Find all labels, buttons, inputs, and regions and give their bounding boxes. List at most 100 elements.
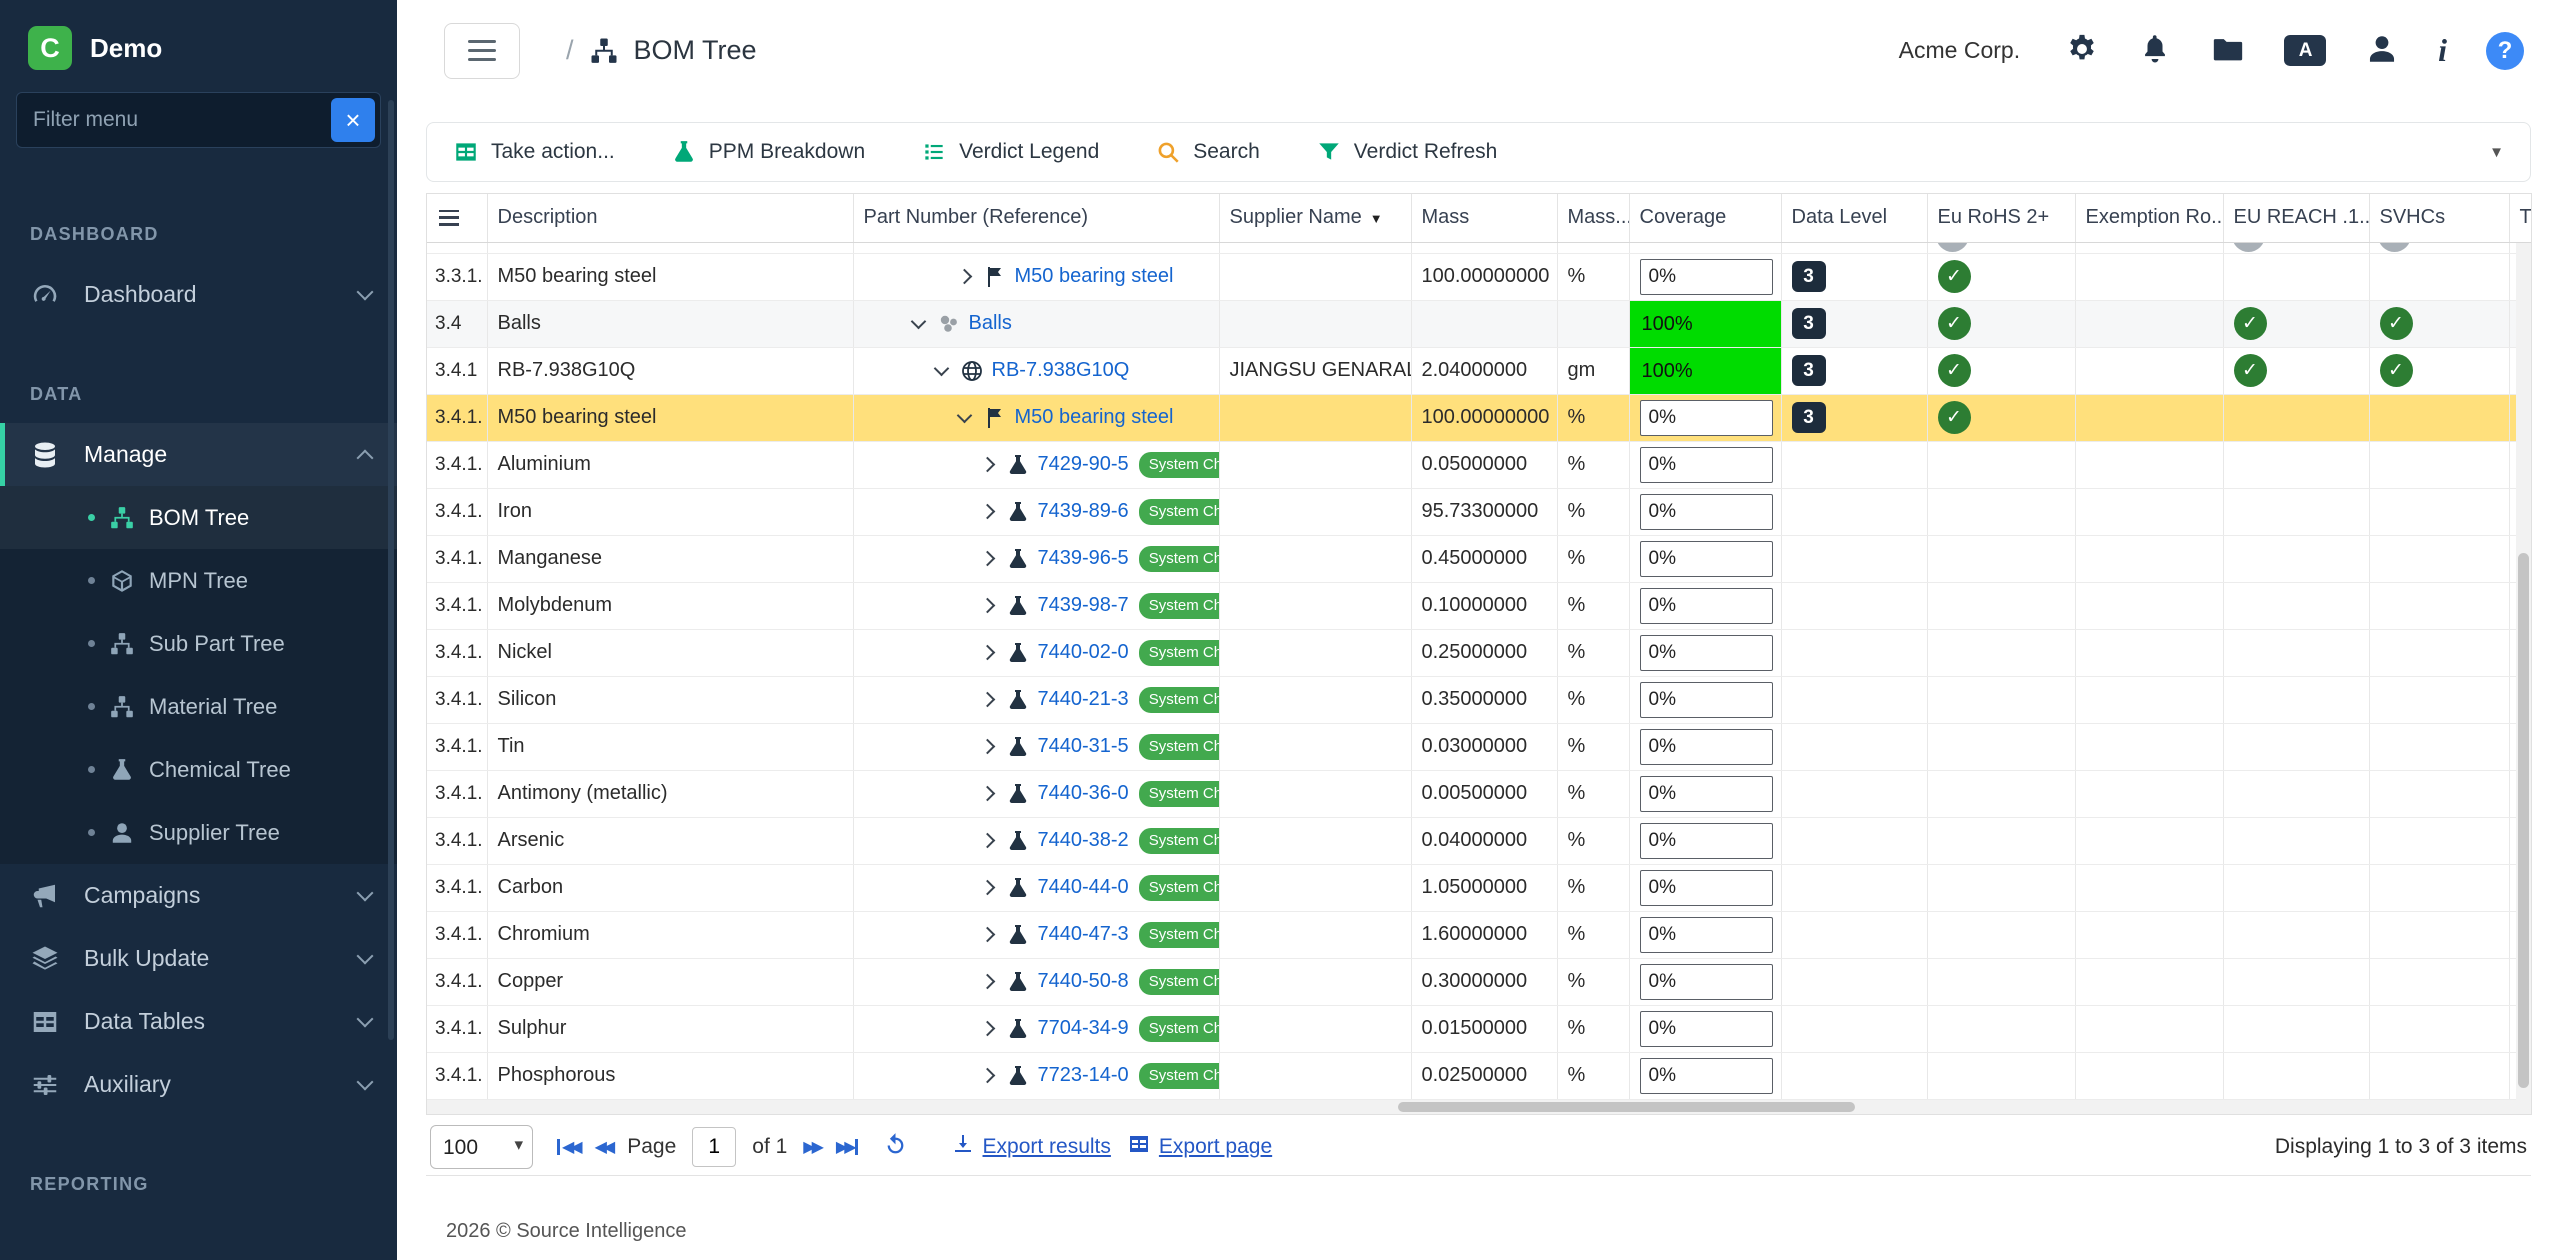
expand-toggle-icon[interactable] bbox=[979, 786, 995, 802]
expand-toggle-icon[interactable] bbox=[979, 457, 995, 473]
coverage-input[interactable] bbox=[1640, 823, 1773, 859]
part-link[interactable]: 7723-14-0 bbox=[1038, 1064, 1129, 1087]
export-page-link[interactable]: Export page bbox=[1127, 1132, 1272, 1162]
expand-toggle-icon[interactable] bbox=[979, 927, 995, 943]
expand-toggle-icon[interactable] bbox=[979, 1068, 995, 1084]
table-row[interactable]: 3.4.1.Chromium7440-47-3System Chemical1.… bbox=[427, 911, 2532, 958]
column-header-data-level[interactable]: Data Level bbox=[1781, 194, 1927, 242]
account-name[interactable]: Acme Corp. bbox=[1899, 37, 2020, 64]
table-row[interactable]: 3.4.1.Phosphorous7723-14-0System Chemica… bbox=[427, 1052, 2532, 1099]
sidebar-item-chemical-tree[interactable]: Chemical Tree bbox=[0, 738, 397, 801]
table-row[interactable]: 3.4.1RB-7.938G10QRB-7.938G10QJIANGSU GEN… bbox=[427, 347, 2532, 394]
coverage-input[interactable] bbox=[1640, 776, 1773, 812]
part-link[interactable]: 7439-98-7 bbox=[1038, 594, 1129, 617]
expand-toggle-icon[interactable] bbox=[979, 504, 995, 520]
take-action-button[interactable]: Take action... bbox=[453, 139, 615, 165]
toolbar-caret-icon[interactable]: ▼ bbox=[2489, 144, 2504, 161]
horizontal-scrollbar-thumb[interactable] bbox=[1398, 1102, 1855, 1112]
coverage-input[interactable] bbox=[1640, 259, 1773, 295]
last-page-button[interactable]: ▶▶ bbox=[836, 1137, 860, 1157]
column-header-t[interactable]: T... bbox=[2509, 194, 2532, 242]
expand-toggle-icon[interactable] bbox=[979, 598, 995, 614]
next-page-button[interactable]: ▶▶ bbox=[803, 1137, 820, 1157]
table-row[interactable]: 3.4.1.Manganese7439-96-5System Chemical0… bbox=[427, 535, 2532, 582]
page-size-select[interactable]: 100 bbox=[430, 1125, 533, 1169]
page-number-input[interactable] bbox=[692, 1127, 736, 1167]
sidebar-item-bom-tree[interactable]: BOM Tree bbox=[0, 486, 397, 549]
files-button[interactable] bbox=[2211, 32, 2245, 69]
ppm-breakdown-button[interactable]: PPM Breakdown bbox=[671, 139, 865, 165]
verdict-legend-button[interactable]: Verdict Legend bbox=[921, 139, 1099, 165]
sidebar-item-sub-part-tree[interactable]: Sub Part Tree bbox=[0, 612, 397, 675]
export-results-link[interactable]: Export results bbox=[951, 1132, 1111, 1162]
coverage-input[interactable] bbox=[1640, 447, 1773, 483]
sidebar-item-data-tables[interactable]: Data Tables bbox=[0, 990, 397, 1053]
expand-toggle-icon[interactable] bbox=[979, 692, 995, 708]
expand-toggle-icon[interactable] bbox=[979, 833, 995, 849]
collapse-toggle-icon[interactable] bbox=[933, 360, 949, 376]
part-link[interactable]: 7440-44-0 bbox=[1038, 876, 1129, 899]
coverage-input[interactable] bbox=[1640, 964, 1773, 1000]
collapse-toggle-icon[interactable] bbox=[910, 313, 926, 329]
sidebar-item-auxiliary[interactable]: Auxiliary bbox=[0, 1053, 397, 1116]
table-row[interactable]: 3.4.1.Nickel7440-02-0System Chemical0.25… bbox=[427, 629, 2532, 676]
table-row[interactable]: 3.4.1.M50 bearing steelM50 bearing steel… bbox=[427, 394, 2532, 441]
refresh-button[interactable] bbox=[882, 1132, 909, 1162]
filter-clear-button[interactable]: × bbox=[331, 98, 375, 142]
table-row[interactable]: 3.4.1.Iron7439-89-6System Chemical95.733… bbox=[427, 488, 2532, 535]
part-link[interactable]: 7440-02-0 bbox=[1038, 641, 1129, 664]
table-row[interactable]: 3.4.1.Carbon7440-44-0System Chemical1.05… bbox=[427, 864, 2532, 911]
table-row[interactable]: 3.4.1.Tin7440-31-5System Chemical0.03000… bbox=[427, 723, 2532, 770]
part-link[interactable]: 7440-38-2 bbox=[1038, 829, 1129, 852]
sidebar-item-supplier-tree[interactable]: Supplier Tree bbox=[0, 801, 397, 864]
part-link[interactable]: M50 bearing steel bbox=[1015, 406, 1174, 429]
column-header-eu-rohs-2[interactable]: Eu RoHS 2+ bbox=[1927, 194, 2075, 242]
coverage-input[interactable] bbox=[1640, 635, 1773, 671]
sidebar-item-material-tree[interactable]: Material Tree bbox=[0, 675, 397, 738]
info-button[interactable]: i bbox=[2438, 32, 2447, 69]
table-row[interactable]: 3.4.1.Silicon7440-21-3System Chemical0.3… bbox=[427, 676, 2532, 723]
part-link[interactable]: Balls bbox=[969, 312, 1012, 335]
language-button[interactable]: A bbox=[2284, 35, 2326, 66]
column-header-mass[interactable]: Mass... bbox=[1557, 194, 1629, 242]
verdict-refresh-button[interactable]: Verdict Refresh bbox=[1316, 139, 1498, 165]
filter-menu-input[interactable] bbox=[16, 92, 381, 148]
sidebar-item-mpn-tree[interactable]: MPN Tree bbox=[0, 549, 397, 612]
search-button[interactable]: Search bbox=[1155, 139, 1260, 165]
coverage-input[interactable] bbox=[1640, 1011, 1773, 1047]
table-row[interactable]: 3.3.1.M50 bearing steelM50 bearing steel… bbox=[427, 253, 2532, 300]
column-header-description[interactable]: Description bbox=[487, 194, 853, 242]
table-row[interactable]: 3.4.1.Molybdenum7439-98-7System Chemical… bbox=[427, 582, 2532, 629]
coverage-input[interactable] bbox=[1640, 541, 1773, 577]
settings-button[interactable] bbox=[2065, 32, 2099, 69]
sidebar-item-dashboard[interactable]: Dashboard bbox=[0, 263, 397, 326]
help-button[interactable]: ? bbox=[2486, 32, 2524, 70]
table-row[interactable]: 3.4.1.Sulphur7704-34-9System Chemical0.0… bbox=[427, 1005, 2532, 1052]
coverage-input[interactable] bbox=[1640, 917, 1773, 953]
part-link[interactable]: 7440-21-3 bbox=[1038, 688, 1129, 711]
first-page-button[interactable]: ◀◀ bbox=[555, 1137, 579, 1157]
expand-toggle-icon[interactable] bbox=[979, 974, 995, 990]
part-link[interactable]: 7439-96-5 bbox=[1038, 547, 1129, 570]
column-header-menu[interactable] bbox=[427, 194, 487, 242]
part-link[interactable]: 7704-34-9 bbox=[1038, 1017, 1129, 1040]
expand-toggle-icon[interactable] bbox=[956, 269, 972, 285]
part-link[interactable]: 7440-50-8 bbox=[1038, 970, 1129, 993]
vertical-scrollbar[interactable] bbox=[2516, 243, 2531, 1100]
column-header-supplier-name[interactable]: Supplier Name▼ bbox=[1219, 194, 1411, 242]
expand-toggle-icon[interactable] bbox=[979, 1021, 995, 1037]
expand-toggle-icon[interactable] bbox=[979, 645, 995, 661]
menu-toggle-button[interactable] bbox=[444, 23, 520, 79]
expand-toggle-icon[interactable] bbox=[979, 551, 995, 567]
part-link[interactable]: RB-7.938G10Q bbox=[992, 359, 1130, 382]
notifications-button[interactable] bbox=[2138, 32, 2172, 69]
column-header-svhcs[interactable]: SVHCs bbox=[2369, 194, 2509, 242]
table-row[interactable]: 3.4BallsBalls100%3✓✓✓ bbox=[427, 300, 2532, 347]
part-link[interactable]: M50 bearing steel bbox=[1015, 265, 1174, 288]
coverage-input[interactable] bbox=[1640, 729, 1773, 765]
sidebar-item-campaigns[interactable]: Campaigns bbox=[0, 864, 397, 927]
expand-toggle-icon[interactable] bbox=[979, 880, 995, 896]
table-row[interactable]: 3.4.1.Copper7440-50-8System Chemical0.30… bbox=[427, 958, 2532, 1005]
sidebar-item-bulk-update[interactable]: Bulk Update bbox=[0, 927, 397, 990]
table-row[interactable]: 3.4.1.Antimony (metallic)7440-36-0System… bbox=[427, 770, 2532, 817]
